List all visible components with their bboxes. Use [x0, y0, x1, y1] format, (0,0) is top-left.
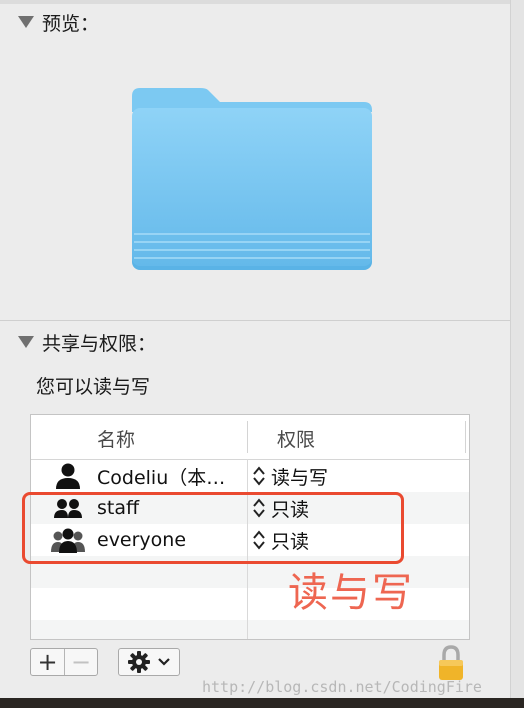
- column-header-name[interactable]: 名称: [97, 425, 135, 452]
- sharing-section-header[interactable]: 共享与权限：: [18, 330, 157, 355]
- annotation-text: 读与写: [288, 570, 414, 616]
- disclosure-triangle-icon[interactable]: [18, 16, 34, 28]
- updown-arrows-icon: [253, 466, 265, 486]
- remove-button[interactable]: −: [65, 648, 97, 676]
- table-header: 名称 权限: [31, 415, 469, 460]
- annotation-callout-box: [22, 492, 404, 564]
- scrollbar-track[interactable]: [510, 0, 524, 698]
- privilege-popup[interactable]: 读与写: [251, 460, 328, 492]
- lock-icon[interactable]: [436, 644, 466, 682]
- gear-icon: [128, 651, 150, 673]
- add-remove-control: + −: [30, 648, 98, 676]
- table-row[interactable]: Codeliu（本… 读与写: [31, 460, 469, 492]
- column-header-privilege[interactable]: 权限: [277, 425, 315, 452]
- info-panel: 预览： 共享与权限： 您可以读与写 名称 权限 Codeliu（本… 读与写 s…: [0, 0, 510, 698]
- folder-icon: [132, 88, 372, 270]
- chevron-down-icon: [158, 658, 170, 666]
- permission-status-text: 您可以读与写: [36, 376, 151, 398]
- empty-row: [31, 620, 469, 639]
- action-menu-button[interactable]: [118, 648, 180, 676]
- disclosure-triangle-icon[interactable]: [18, 336, 34, 348]
- preview-section-title: 预览：: [42, 12, 100, 35]
- preview-section-header[interactable]: 预览：: [18, 10, 100, 35]
- watermark-text: http://blog.csdn.net/CodingFire: [202, 678, 482, 696]
- add-button[interactable]: +: [31, 648, 65, 676]
- section-divider: [0, 320, 510, 321]
- user-name: Codeliu（本…: [97, 466, 226, 489]
- privilege-value: 读与写: [271, 466, 329, 489]
- single-user-icon: [51, 462, 85, 490]
- sharing-section-title: 共享与权限：: [42, 332, 157, 355]
